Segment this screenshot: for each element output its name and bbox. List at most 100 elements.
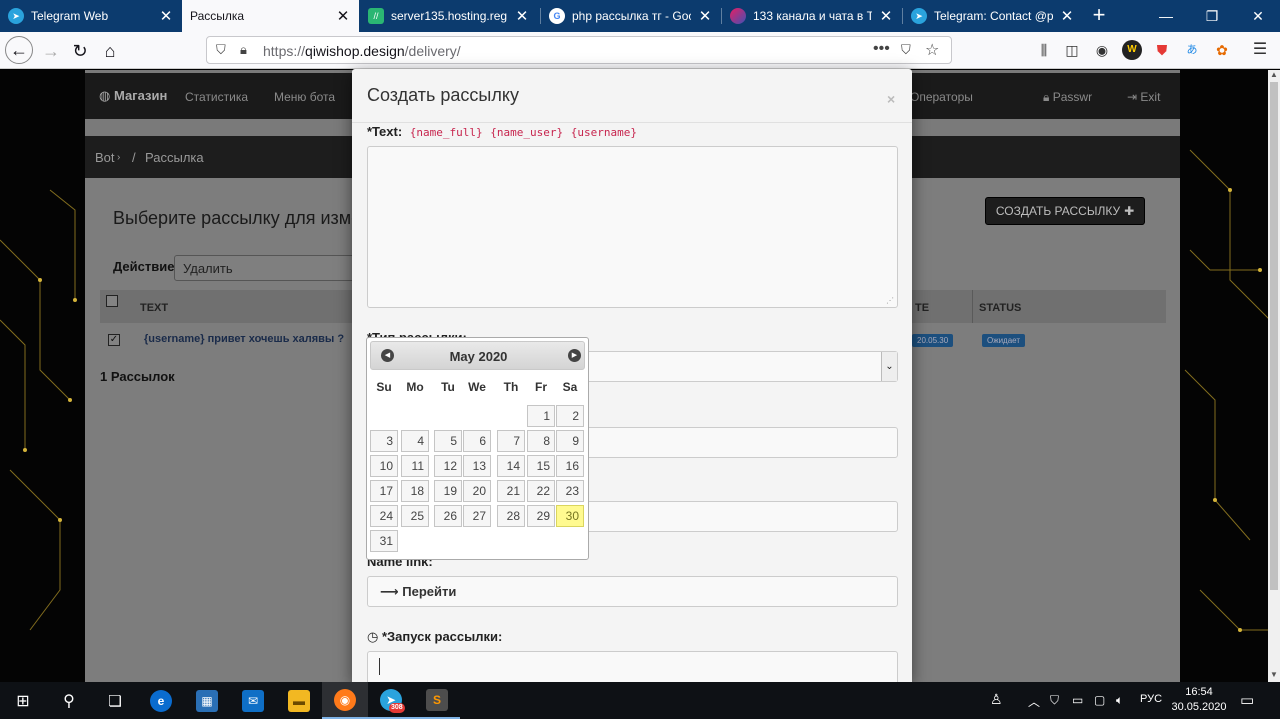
- close-tab-icon[interactable]: ✕: [697, 7, 713, 25]
- display-icon[interactable]: ▢: [1094, 693, 1105, 707]
- calendar-day[interactable]: 24: [370, 505, 398, 527]
- calendar-day[interactable]: 12: [434, 455, 462, 477]
- nav-item-bot-menu[interactable]: Меню бота: [274, 90, 335, 104]
- sidebar-icon[interactable]: ◫: [1062, 40, 1082, 60]
- calendar-day[interactable]: 21: [497, 480, 525, 502]
- calendar-day[interactable]: 16: [556, 455, 584, 477]
- calendar-day[interactable]: 22: [527, 480, 555, 502]
- close-tab-icon[interactable]: ✕: [878, 7, 894, 25]
- calendar-day[interactable]: 27: [463, 505, 491, 527]
- calendar-day[interactable]: 18: [401, 480, 429, 502]
- calendar-day[interactable]: 28: [497, 505, 525, 527]
- menu-icon[interactable]: ☰: [1250, 40, 1270, 60]
- bookmark-star-icon[interactable]: ☆: [925, 40, 939, 60]
- calendar-day[interactable]: 20: [463, 480, 491, 502]
- home-icon[interactable]: ⌂: [97, 38, 123, 64]
- calendar-day[interactable]: 29: [527, 505, 555, 527]
- calendar-day[interactable]: 31: [370, 530, 398, 552]
- calendar-day[interactable]: 8: [527, 430, 555, 452]
- page-scrollbar[interactable]: ▲ ▼: [1268, 70, 1280, 682]
- taskbar-explorer[interactable]: ▬: [276, 682, 322, 719]
- url-text[interactable]: https://qiwishop.design/delivery/: [263, 43, 461, 59]
- tab-server-hosting[interactable]: // server135.hosting.reg.ru: ✕: [360, 0, 538, 32]
- account-icon[interactable]: ◉: [1092, 40, 1112, 60]
- shield-icon[interactable]: ⛉: [216, 42, 226, 58]
- close-tab-icon[interactable]: ✕: [335, 7, 351, 25]
- close-icon[interactable]: ×: [887, 91, 895, 107]
- calendar-day-today[interactable]: 30: [556, 505, 584, 527]
- calendar-day[interactable]: 26: [434, 505, 462, 527]
- calendar-day[interactable]: 13: [463, 455, 491, 477]
- close-tab-icon[interactable]: ✕: [158, 7, 174, 25]
- tab-telegram-web[interactable]: ➤ Telegram Web ✕: [0, 0, 182, 32]
- forward-icon[interactable]: →: [38, 38, 64, 64]
- breadcrumb-bot[interactable]: Bot: [95, 150, 115, 165]
- resize-handle-icon[interactable]: ⋰: [886, 296, 894, 305]
- start-button[interactable]: ⊞: [0, 682, 46, 719]
- tab-telegram-contact[interactable]: ➤ Telegram: Contact @php ✕: [903, 0, 1083, 32]
- calendar-day[interactable]: 2: [556, 405, 584, 427]
- extension-w-icon[interactable]: W: [1122, 40, 1142, 60]
- page-actions-icon[interactable]: •••: [873, 40, 890, 58]
- calendar-day[interactable]: 7: [497, 430, 525, 452]
- tab-rassylka[interactable]: Рассылка ✕: [182, 0, 359, 32]
- nav-item-exit[interactable]: ⇥ Exit: [1127, 90, 1160, 104]
- reload-icon[interactable]: ↻: [67, 38, 93, 64]
- column-status[interactable]: STATUS: [979, 302, 1021, 314]
- language-indicator[interactable]: РУС: [1140, 693, 1162, 705]
- taskbar-telegram[interactable]: ➤ 308: [368, 682, 414, 719]
- calendar-day[interactable]: 11: [401, 455, 429, 477]
- calendar-day[interactable]: 9: [556, 430, 584, 452]
- network-icon[interactable]: ▭: [1072, 693, 1083, 707]
- taskbar-edge[interactable]: e: [138, 682, 184, 719]
- translate-icon[interactable]: あ: [1182, 40, 1202, 60]
- pocket-icon[interactable]: ⛉: [901, 42, 911, 58]
- calendar-day[interactable]: 3: [370, 430, 398, 452]
- nav-item-statistics[interactable]: Статистика: [185, 90, 248, 104]
- taskbar-sublime[interactable]: S: [414, 682, 460, 719]
- library-icon[interactable]: ⫼: [1034, 40, 1054, 60]
- scroll-up-icon[interactable]: ▲: [1270, 70, 1278, 79]
- new-tab-button[interactable]: +: [1088, 0, 1110, 32]
- address-bar[interactable]: ⛉ 🔒︎ https://qiwishop.design/delivery/ •…: [206, 36, 952, 64]
- clock[interactable]: 16:54 30.05.2020: [1170, 685, 1228, 715]
- people-icon[interactable]: ♙: [990, 691, 1003, 708]
- calendar-day[interactable]: 23: [556, 480, 584, 502]
- select-all-checkbox[interactable]: [106, 295, 118, 307]
- column-text[interactable]: TEXT: [140, 302, 168, 314]
- calendar-day[interactable]: 25: [401, 505, 429, 527]
- extension-shield-icon[interactable]: ⛊: [1152, 40, 1172, 60]
- scrollbar-thumb[interactable]: [1270, 82, 1278, 590]
- extension-puzzle-icon[interactable]: ✿: [1212, 40, 1232, 60]
- row-checkbox[interactable]: ✓: [108, 334, 120, 346]
- nav-item-password[interactable]: 🔒︎ Passwr: [1043, 90, 1092, 105]
- column-date[interactable]: TE: [915, 302, 929, 314]
- calendar-day[interactable]: 19: [434, 480, 462, 502]
- calendar-day[interactable]: 10: [370, 455, 398, 477]
- message-textarea[interactable]: ⋰: [367, 146, 898, 308]
- launch-datetime-input[interactable]: [367, 651, 898, 685]
- calendar-day[interactable]: 17: [370, 480, 398, 502]
- calendar-day[interactable]: 4: [401, 430, 429, 452]
- row-text-link[interactable]: {username} привет хочешь халявы ?: [144, 333, 344, 345]
- action-select[interactable]: Удалить: [174, 255, 364, 281]
- scroll-down-icon[interactable]: ▼: [1270, 670, 1278, 679]
- name-link-input[interactable]: ⟶ Перейти: [367, 576, 898, 607]
- tab-channels[interactable]: 133 канала и чата в Tele ✕: [722, 0, 902, 32]
- calendar-day[interactable]: 15: [527, 455, 555, 477]
- calendar-day[interactable]: 6: [463, 430, 491, 452]
- tab-google-search[interactable]: G php рассылка тг - Goog ✕: [541, 0, 721, 32]
- taskbar-mail[interactable]: ✉: [230, 682, 276, 719]
- next-month-icon[interactable]: ▶: [568, 349, 581, 362]
- taskbar-firefox[interactable]: ◉: [322, 682, 368, 719]
- create-mailing-button[interactable]: СОЗДАТЬ РАССЫЛКУ ✚: [985, 197, 1145, 225]
- brand-link[interactable]: ◍ Магазин: [99, 88, 167, 104]
- notifications-icon[interactable]: ▭: [1240, 691, 1254, 709]
- task-view-button[interactable]: ❏: [92, 682, 138, 719]
- tray-chevron-up-icon[interactable]: ︿: [1028, 693, 1040, 710]
- nav-item-operators[interactable]: Операторы: [910, 90, 973, 104]
- taskbar-store[interactable]: ▦: [184, 682, 230, 719]
- defender-icon[interactable]: ⛉: [1050, 693, 1059, 708]
- search-button[interactable]: ⚲: [46, 682, 92, 719]
- calendar-day[interactable]: 14: [497, 455, 525, 477]
